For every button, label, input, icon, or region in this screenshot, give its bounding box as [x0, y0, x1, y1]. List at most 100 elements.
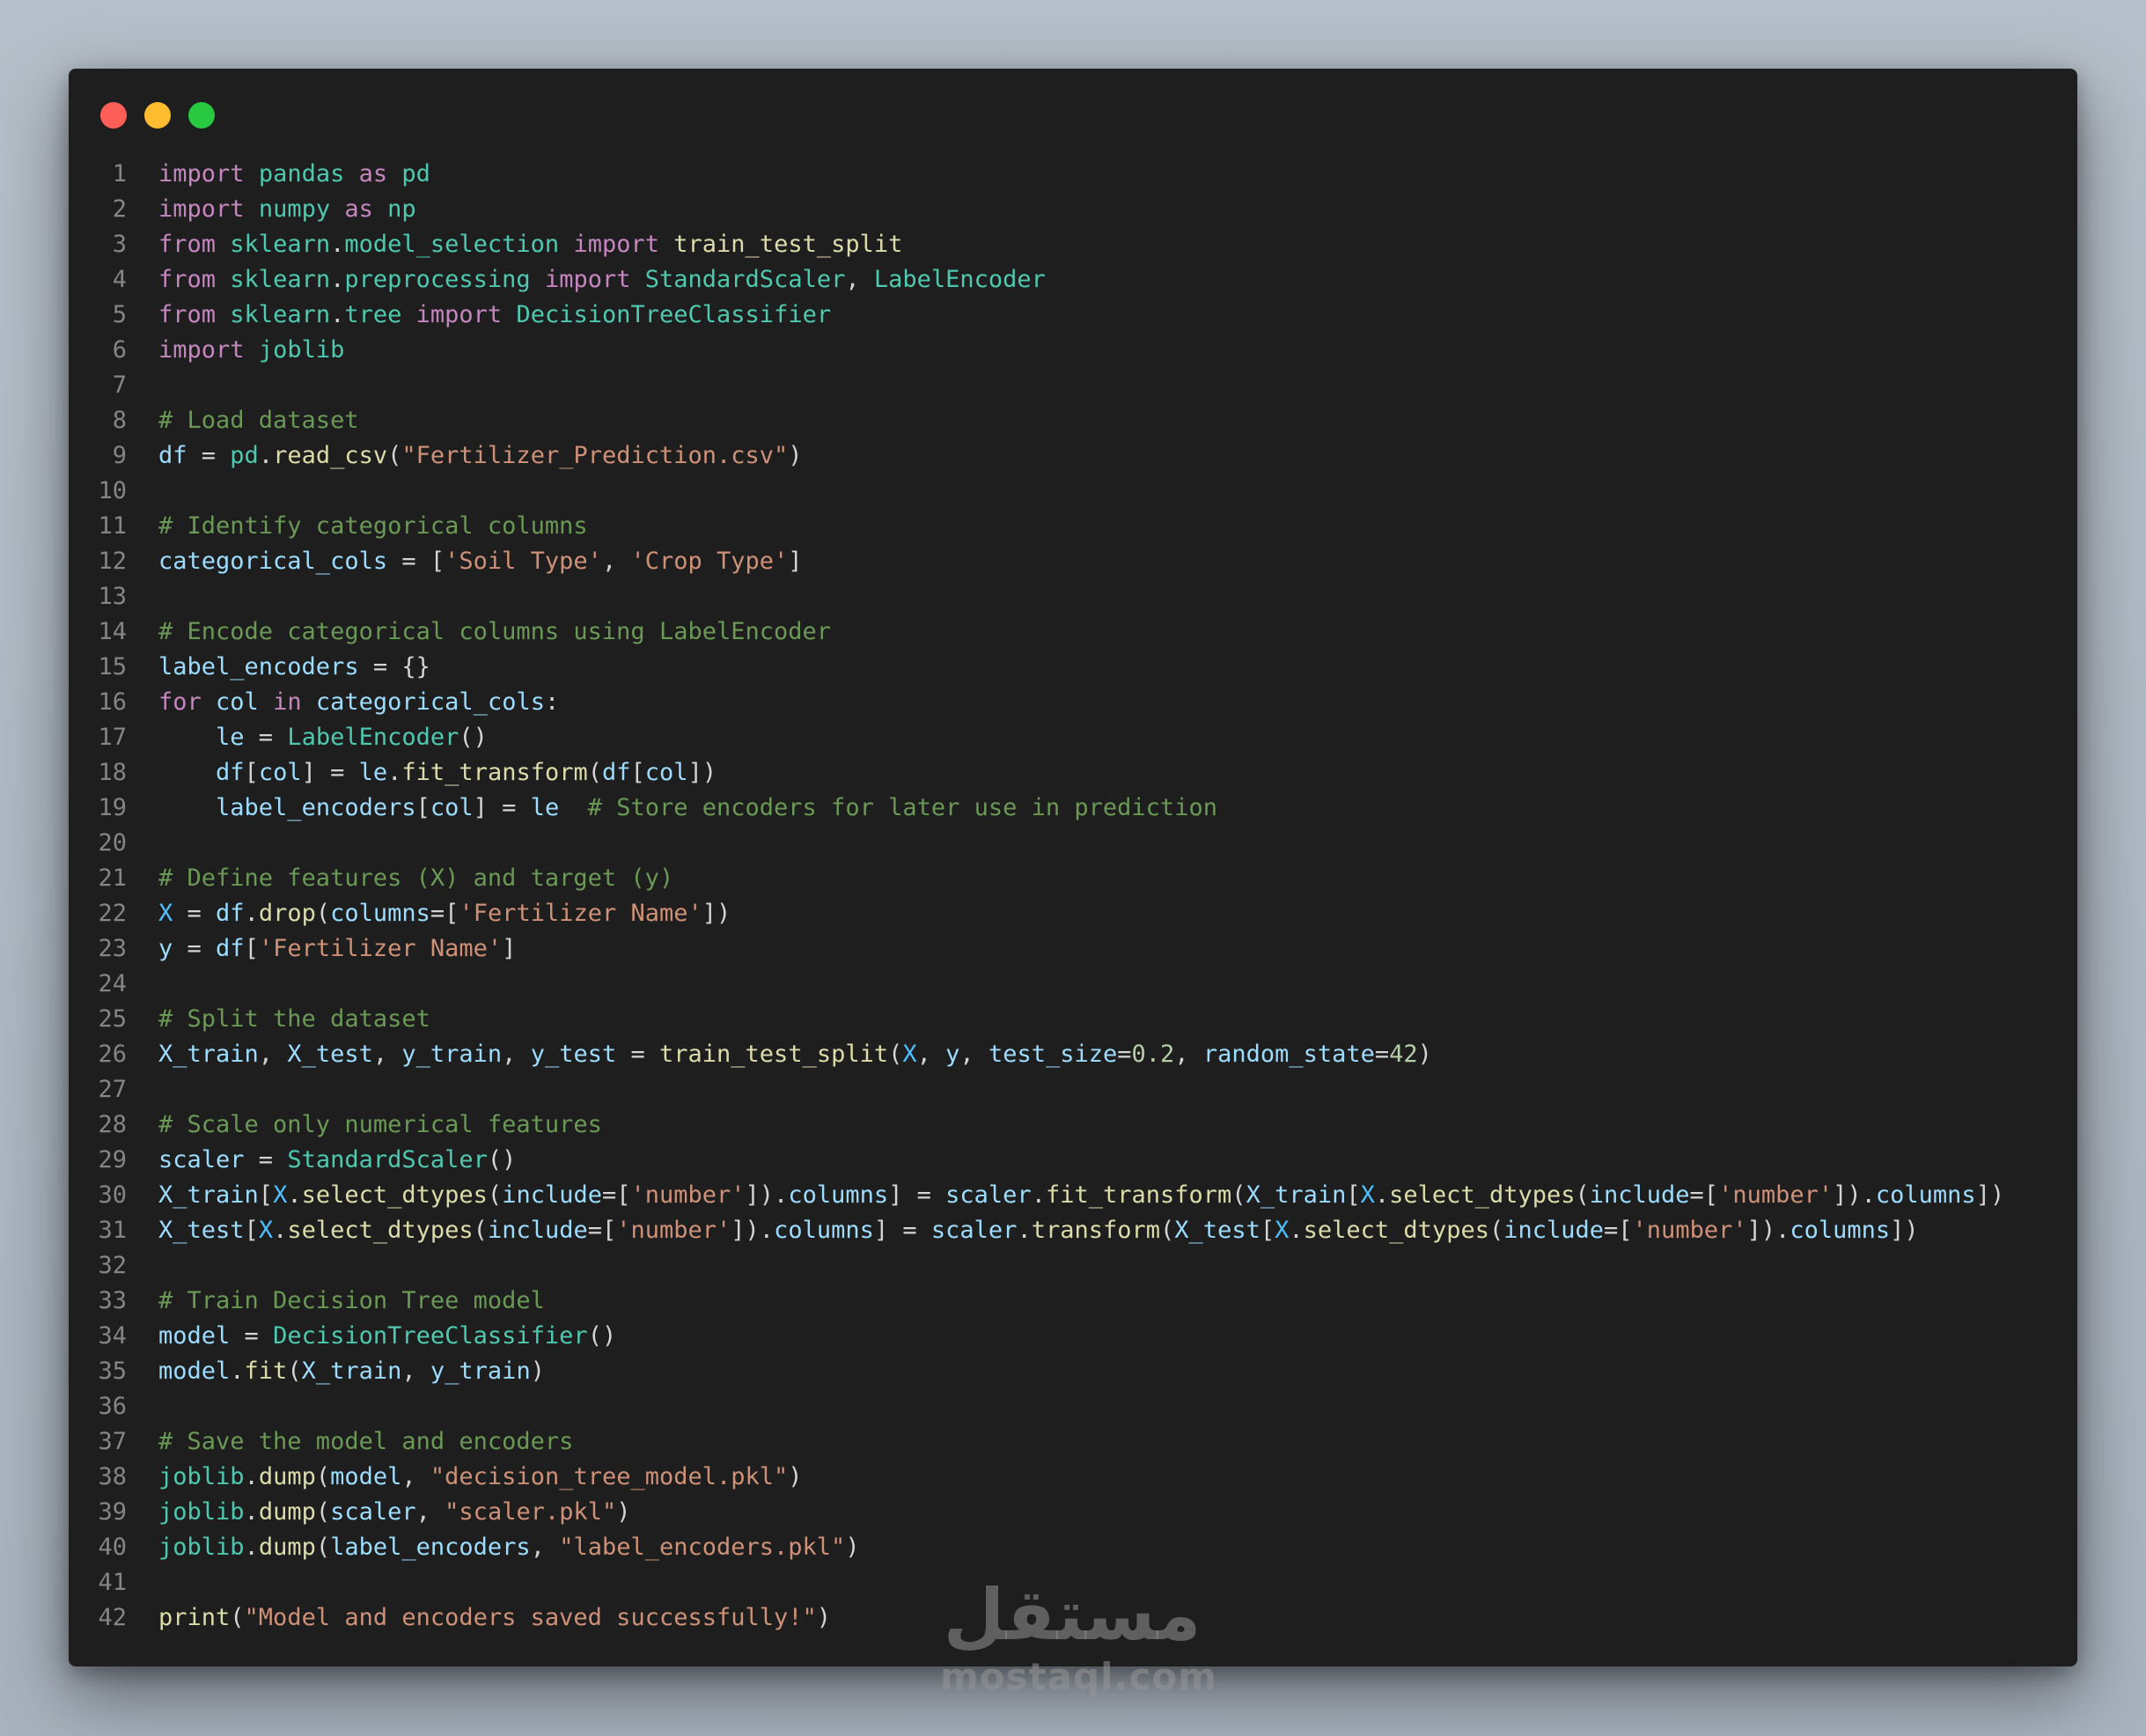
code-token: 'Soil Type': [445, 548, 602, 575]
code-token: DecisionTreeClassifier: [273, 1322, 588, 1350]
code-token: columns: [774, 1217, 874, 1244]
minimize-button[interactable]: [144, 102, 171, 129]
code-token: print: [158, 1604, 231, 1631]
line-number: 1: [112, 160, 127, 188]
code-text: import pandas as pd: [127, 157, 430, 192]
code-token: df: [216, 759, 245, 786]
code-line: 16 for col in categorical_cols:: [69, 685, 2077, 720]
code-token: select_dtypes: [287, 1217, 474, 1244]
code-token: =: [244, 724, 288, 751]
code-token: =: [173, 935, 217, 962]
code-text: label_encoders[col] = le # Store encoder…: [127, 791, 1217, 826]
code-token: .: [1031, 1181, 1046, 1209]
code-line: 17 le = LabelEncoder(): [69, 720, 2077, 755]
code-editor: 1 import pandas as pd 2 import numpy as np 3…: [69, 157, 2077, 1636]
code-token: include: [487, 1217, 588, 1244]
code-token: .: [1374, 1181, 1390, 1209]
code-token: ,: [502, 1041, 531, 1068]
code-token: [: [630, 759, 645, 786]
code-token: ,: [601, 548, 631, 575]
line-number: 25: [98, 1005, 127, 1033]
code-text: from sklearn.preprocessing import Standa…: [127, 262, 1046, 298]
code-token: joblib: [158, 1534, 245, 1561]
code-token: # Define features (X) and target (y): [158, 864, 674, 892]
code-token: X_train: [1246, 1181, 1347, 1209]
code-token: X_train: [158, 1041, 259, 1068]
code-line: 28 # Scale only numerical features: [69, 1107, 2077, 1143]
code-token: joblib: [258, 336, 345, 364]
code-text: import numpy as np: [127, 192, 416, 227]
watermark-url: mostaql.com: [940, 1655, 1217, 1698]
line-number: 7: [112, 371, 127, 399]
code-token: StandardScaler: [287, 1146, 488, 1173]
code-token: =[: [1604, 1217, 1633, 1244]
code-token: ] =: [301, 759, 359, 786]
maximize-button[interactable]: [188, 102, 215, 129]
code-text: X_train[X.select_dtypes(include=['number…: [127, 1178, 2004, 1213]
code-token: # Load dataset: [158, 407, 359, 434]
code-token: sklearn: [230, 301, 331, 328]
line-number: 2: [112, 195, 127, 223]
code-token: ]): [702, 900, 731, 927]
code-token: X_train: [301, 1357, 402, 1385]
code-token: import: [158, 336, 245, 364]
code-token: (): [587, 1322, 617, 1350]
code-token: scaler: [330, 1498, 416, 1526]
code-token: X_test: [287, 1041, 373, 1068]
code-token: X: [273, 1181, 288, 1209]
code-token: ,: [372, 1041, 402, 1068]
code-token: =: [1117, 1041, 1132, 1068]
code-token: X: [1360, 1181, 1375, 1209]
code-token: .: [244, 1463, 259, 1490]
code-line: 7: [69, 368, 2077, 403]
code-line: 14 # Encode categorical columns using Lab…: [69, 614, 2077, 650]
code-token: ]): [1890, 1217, 1919, 1244]
code-token: test_size: [988, 1041, 1118, 1068]
code-text: for col in categorical_cols:: [127, 685, 559, 720]
code-token: (: [230, 1604, 245, 1631]
code-line: 39 joblib.dump(scaler, "scaler.pkl"): [69, 1495, 2077, 1530]
code-line: 4 from sklearn.preprocessing import Stand…: [69, 262, 2077, 298]
code-token: "label_encoders.pkl": [559, 1534, 846, 1561]
code-token: random_state: [1202, 1041, 1375, 1068]
code-text: print("Model and encoders saved successf…: [127, 1600, 831, 1636]
code-token: from: [158, 266, 217, 293]
code-token: ,: [959, 1041, 988, 1068]
code-token: dump: [258, 1463, 316, 1490]
code-text: import joblib: [127, 333, 344, 368]
code-token: ]): [687, 759, 717, 786]
code-text: # Scale only numerical features: [127, 1107, 602, 1143]
code-token: .: [387, 759, 402, 786]
code-token: .: [287, 1181, 302, 1209]
code-token: ,: [401, 1357, 430, 1385]
code-token: =: [230, 1322, 274, 1350]
code-token: import: [573, 231, 660, 258]
close-button[interactable]: [100, 102, 127, 129]
code-token: .: [330, 301, 345, 328]
code-token: select_dtypes: [1389, 1181, 1576, 1209]
code-token: "Fertilizer_Prediction.csv": [401, 442, 789, 469]
code-token: (: [315, 1534, 331, 1561]
line-number: 27: [98, 1076, 127, 1103]
code-text: from sklearn.model_selection import trai…: [127, 227, 902, 262]
code-token: model: [330, 1463, 402, 1490]
code-token: columns: [1790, 1217, 1891, 1244]
code-token: ): [845, 1534, 860, 1561]
code-token: (: [315, 1463, 331, 1490]
code-token: fit_transform: [1045, 1181, 1232, 1209]
code-token: y_train: [401, 1041, 503, 1068]
code-token: import: [158, 195, 245, 223]
code-token: .: [244, 1534, 259, 1561]
code-text: joblib.dump(label_encoders, "label_encod…: [127, 1530, 860, 1565]
line-number: 8: [112, 407, 127, 434]
code-token: ] =: [473, 794, 531, 821]
